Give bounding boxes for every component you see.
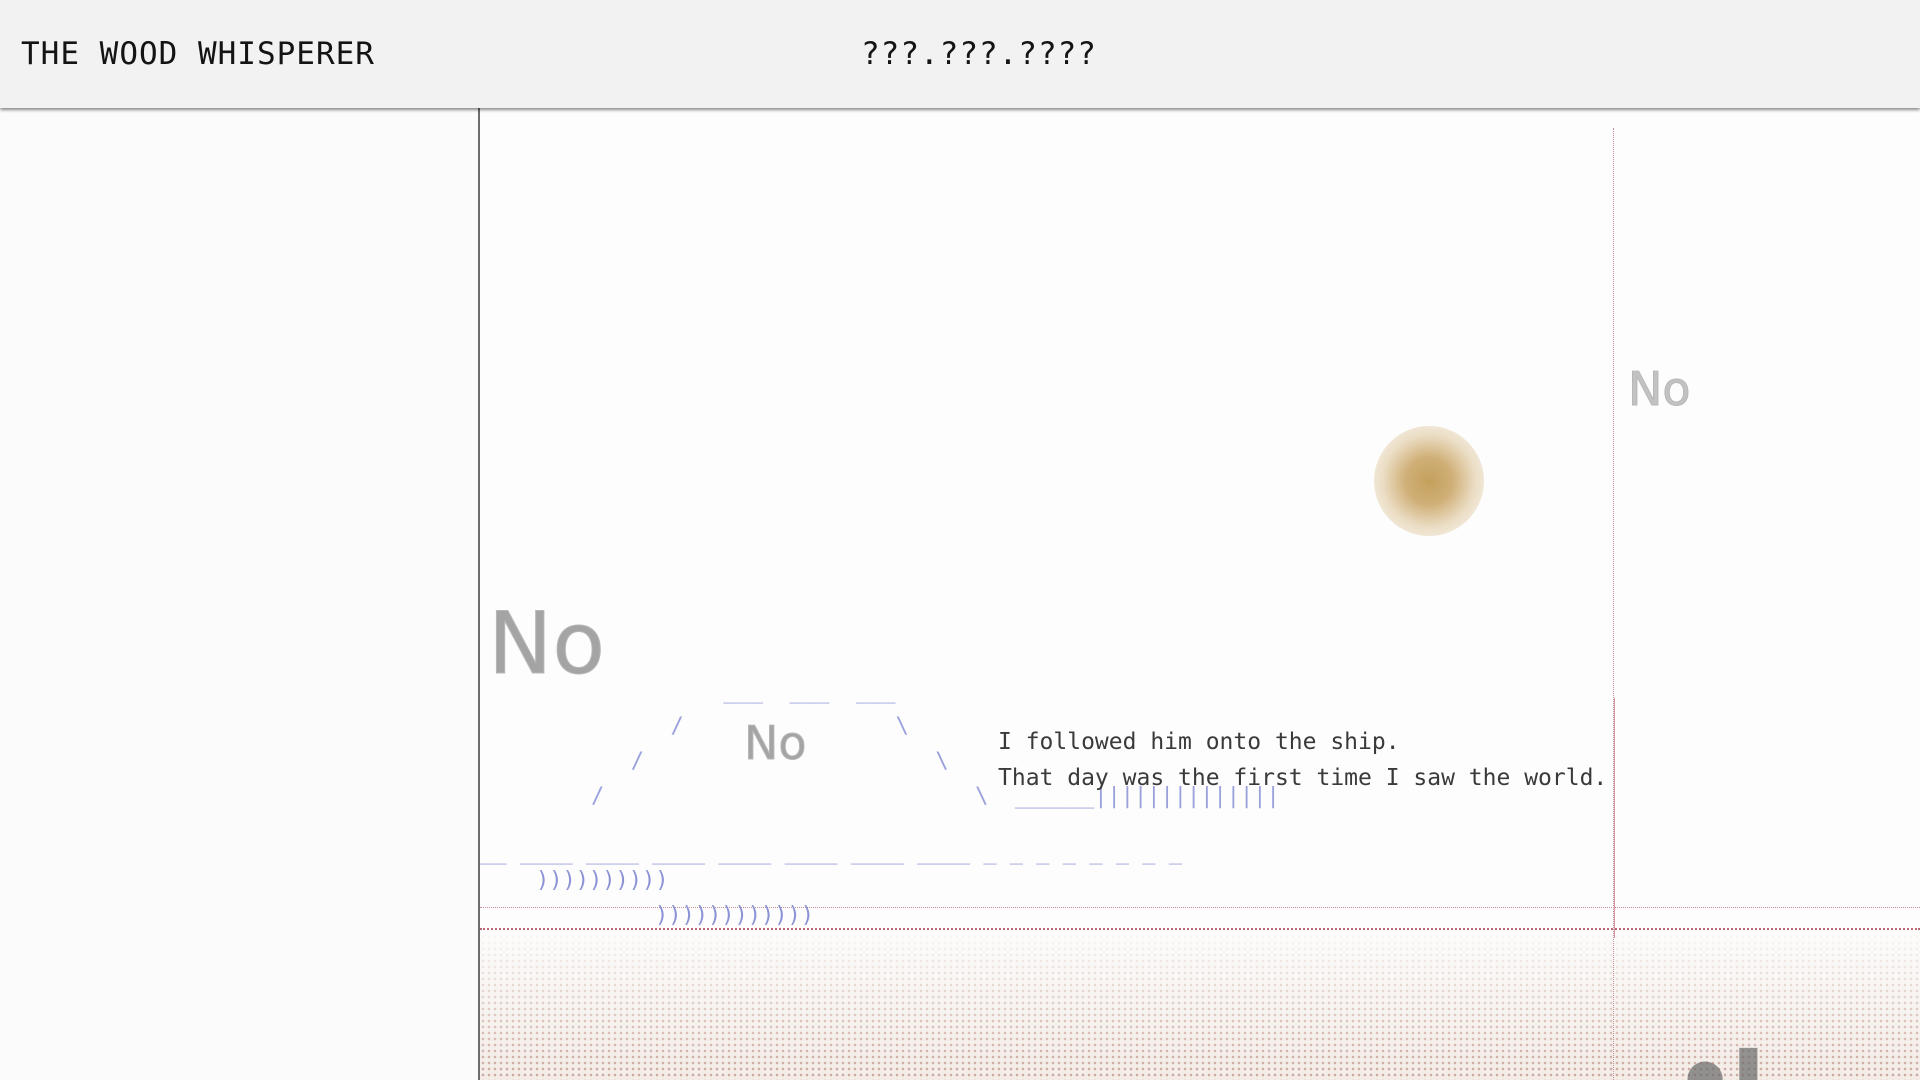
site-brand[interactable]: THE WOOD WHISPERER	[21, 36, 375, 72]
ground-guide-line	[480, 928, 1920, 930]
ascii-deck-line: __ ____ ____ ____ ____ ____ ____ ____ _ …	[480, 840, 1182, 865]
partial-glyph: ● ▌	[1685, 1048, 1776, 1080]
ascii-waves-upper: ))))))))))	[536, 868, 669, 893]
phone-number[interactable]: ???.???.????	[861, 36, 1097, 72]
vertical-guide-solid	[1614, 698, 1615, 938]
no-label-ship: No	[744, 716, 808, 771]
site-header: THE WOOD WHISPERER ???.???.????	[0, 0, 1920, 108]
scene-canvas: No No ___ ___ ___ / \ / \ / \ ______||||…	[480, 108, 1920, 1080]
no-label-right: No	[1628, 362, 1692, 417]
story-line-2: That day was the first time I saw the wo…	[998, 765, 1608, 791]
ascii-waves-lower: ))))))))))))	[655, 903, 814, 928]
sun-icon	[1374, 426, 1484, 536]
story-text: I followed him onto the ship. That day w…	[998, 724, 1607, 796]
left-sidebar	[0, 108, 480, 1080]
story-line-1: I followed him onto the ship.	[998, 729, 1400, 755]
